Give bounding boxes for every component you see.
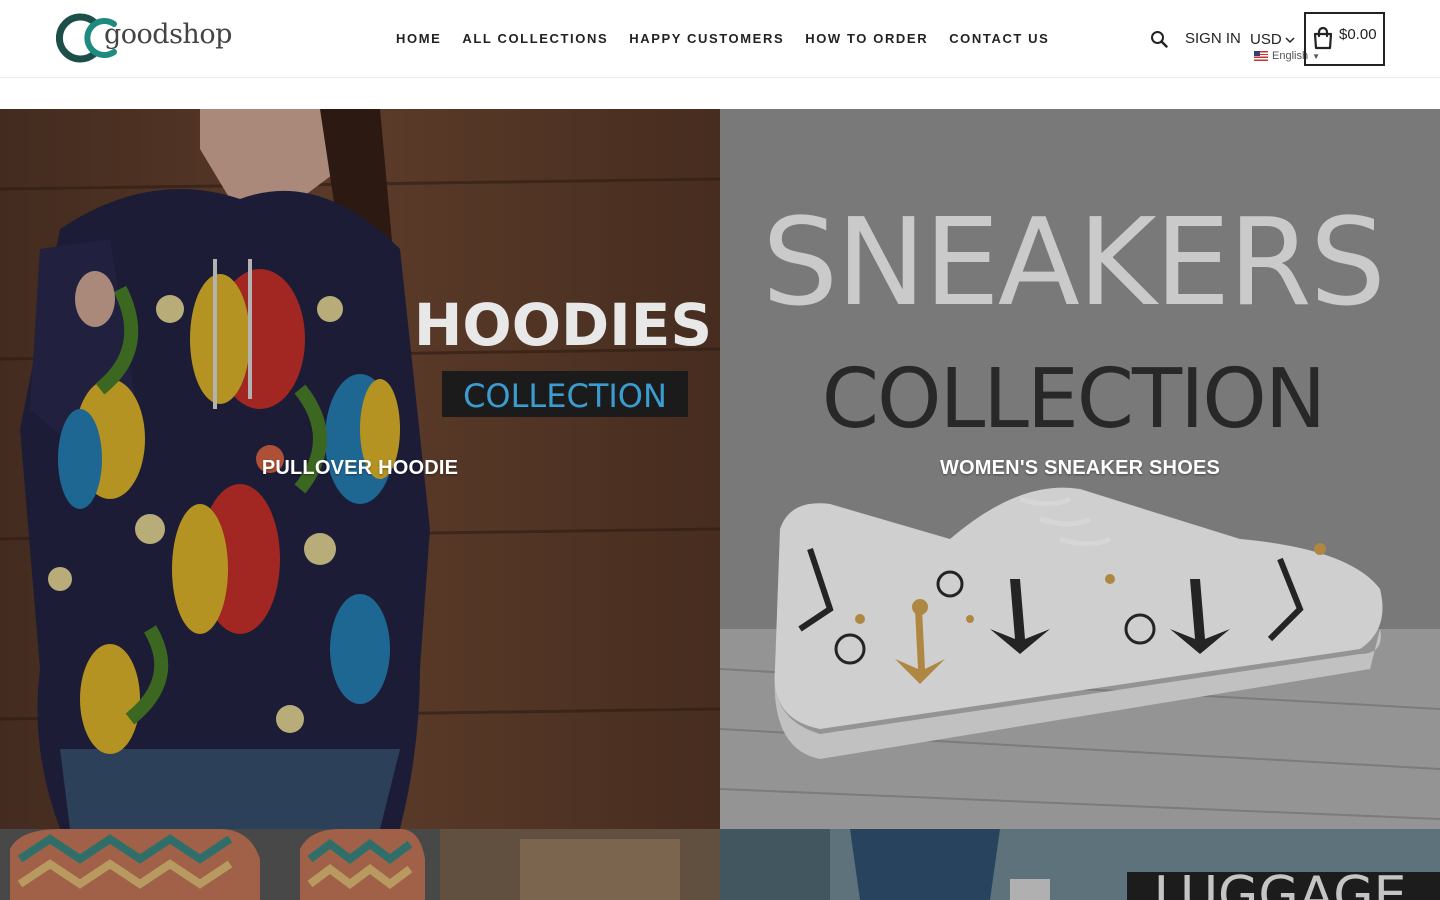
- hoodies-banner-sub: COLLECTION: [463, 377, 667, 415]
- currency-value: USD: [1250, 31, 1282, 48]
- collection-tile-hoodies[interactable]: HOODIES COLLECTION PULLOVER HOODIE: [0, 109, 720, 829]
- collection-3-image: [0, 829, 720, 900]
- sign-in-link[interactable]: SIGN IN: [1185, 30, 1241, 47]
- site-logo[interactable]: goodshop: [56, 12, 232, 64]
- currency-selector[interactable]: USD: [1250, 31, 1295, 48]
- chevron-down-icon: [1285, 36, 1295, 43]
- main-nav: HOME ALL COLLECTIONS HAPPY CUSTOMERS HOW…: [396, 31, 1070, 46]
- shopping-bag-icon: [1313, 26, 1333, 50]
- search-icon[interactable]: [1150, 30, 1168, 48]
- cart-button[interactable]: $0.00: [1304, 12, 1385, 66]
- nav-how-to-order[interactable]: HOW TO ORDER: [805, 31, 928, 46]
- nav-home[interactable]: HOME: [396, 31, 441, 46]
- nav-contact-us[interactable]: CONTACT US: [949, 31, 1049, 46]
- collection-tile-3[interactable]: [0, 829, 720, 900]
- collection-title-hoodie: PULLOVER HOODIE: [261, 457, 459, 479]
- logo-text: goodshop: [104, 19, 232, 50]
- hoodies-banner-heading: HOODIES: [414, 291, 712, 359]
- language-value: English: [1272, 50, 1309, 62]
- nav-all-collections[interactable]: ALL COLLECTIONS: [462, 31, 608, 46]
- cart-total: $0.00: [1339, 26, 1377, 43]
- collection-tile-sneakers[interactable]: SNEAKERS COLLECTION WOMEN'S SNEAKER SHOE…: [720, 109, 1440, 829]
- collection-title-sneakers: WOMEN'S SNEAKER SHOES: [939, 457, 1221, 479]
- nav-happy-customers[interactable]: HAPPY CUSTOMERS: [629, 31, 784, 46]
- luggage-collection-image: LUGGAGE: [720, 829, 1440, 900]
- collection-tile-luggage[interactable]: LUGGAGE: [720, 829, 1440, 900]
- us-flag-icon: [1254, 51, 1268, 61]
- site-header: goodshop HOME ALL COLLECTIONS HAPPY CUST…: [0, 0, 1440, 78]
